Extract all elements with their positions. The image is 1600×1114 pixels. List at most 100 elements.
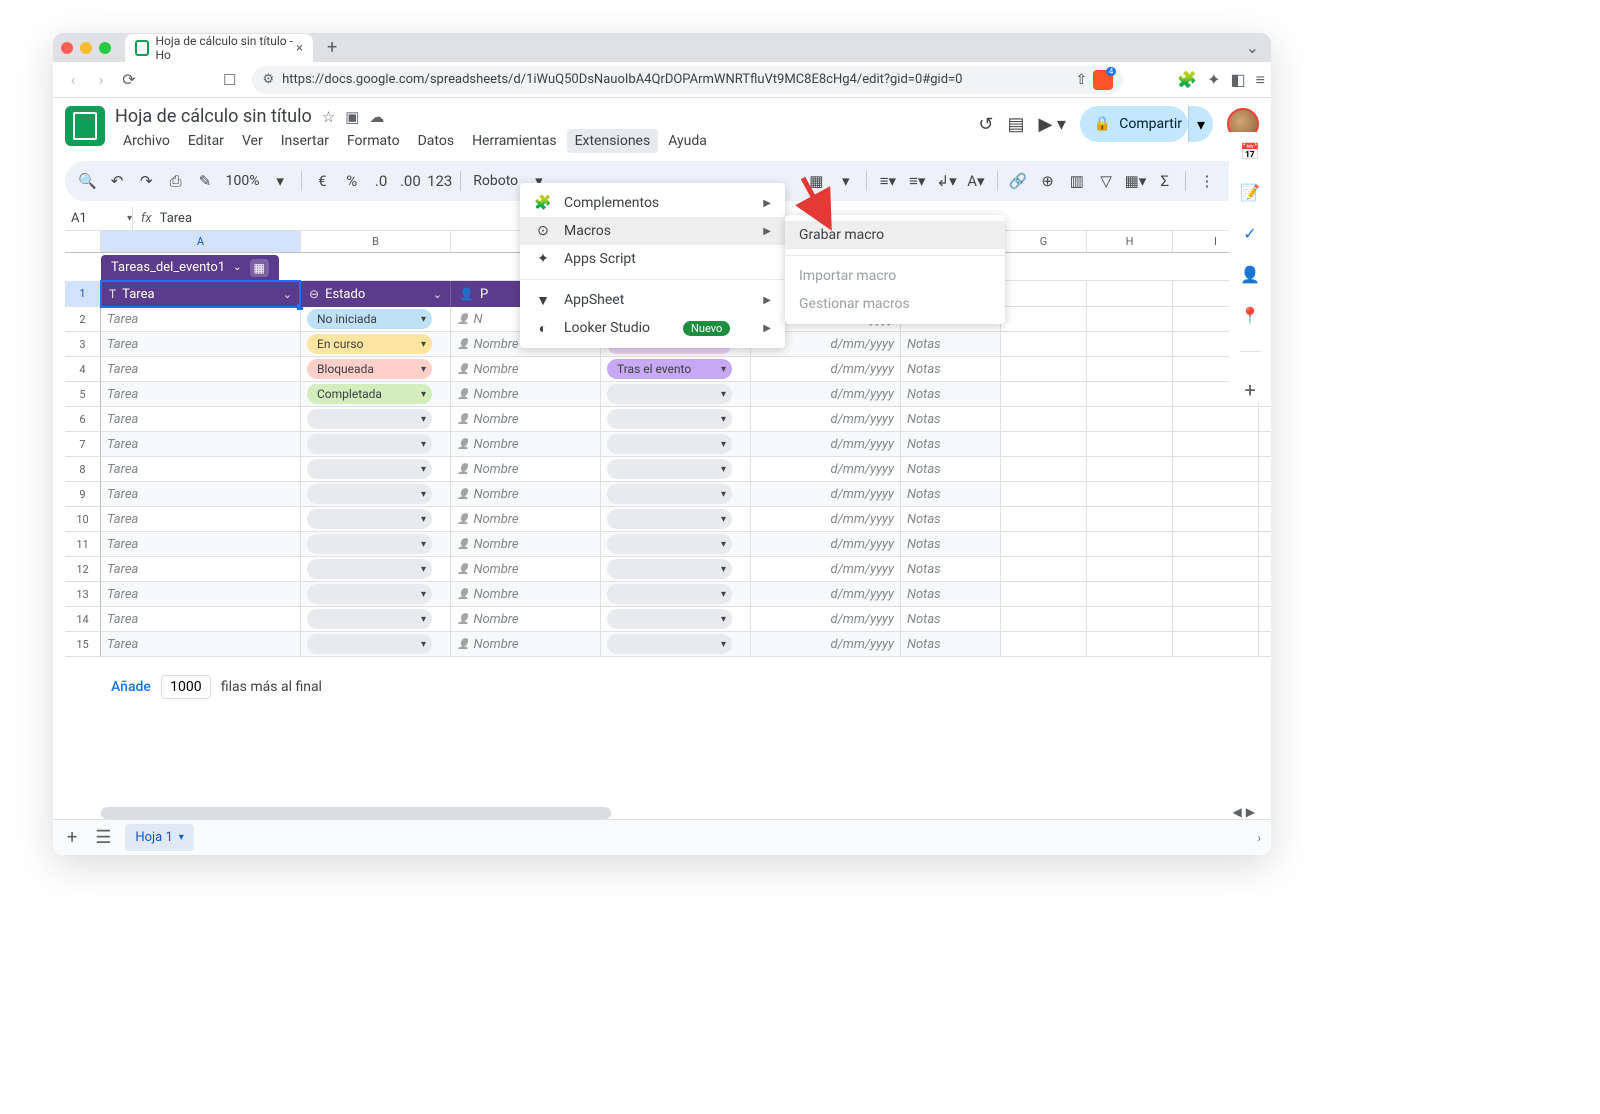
star-icon[interactable]: ☆ bbox=[322, 108, 335, 126]
cell-notas[interactable]: Notas bbox=[901, 532, 1001, 557]
type-pill[interactable] bbox=[607, 409, 732, 429]
cell-fecha[interactable]: d/mm/yyyy bbox=[751, 557, 901, 582]
table-header[interactable]: ⊖Estado⌄ bbox=[301, 281, 451, 307]
menu-archivo[interactable]: Archivo bbox=[115, 129, 178, 153]
cell-estado[interactable] bbox=[301, 482, 451, 507]
sheets-logo-icon[interactable] bbox=[65, 106, 105, 146]
puzzle-icon[interactable]: 🧩 bbox=[1177, 70, 1197, 89]
add-rows-button[interactable]: Añade bbox=[111, 679, 151, 695]
currency-icon[interactable]: € bbox=[310, 169, 335, 193]
cell-tipo[interactable] bbox=[601, 457, 751, 482]
cell-tarea[interactable]: Tarea bbox=[101, 582, 301, 607]
maximize-window-icon[interactable] bbox=[99, 42, 111, 54]
more-formats-icon[interactable]: 123 bbox=[427, 169, 452, 193]
cell-tipo[interactable] bbox=[601, 557, 751, 582]
status-pill[interactable]: En curso bbox=[307, 334, 432, 354]
menu-datos[interactable]: Datos bbox=[410, 129, 462, 153]
cell-estado[interactable] bbox=[301, 632, 451, 657]
submenu-item[interactable]: Grabar macro bbox=[785, 221, 1005, 249]
cell-nombre[interactable]: Nombre bbox=[451, 582, 601, 607]
cell-tipo[interactable] bbox=[601, 382, 751, 407]
type-pill[interactable] bbox=[607, 459, 732, 479]
percent-icon[interactable]: % bbox=[339, 169, 364, 193]
ext-menu-item[interactable]: ⊙Macros▶ bbox=[520, 217, 785, 245]
cell-tarea[interactable]: Tarea bbox=[101, 357, 301, 382]
menu-ayuda[interactable]: Ayuda bbox=[660, 129, 715, 153]
zoom-dropdown-icon[interactable]: ▾ bbox=[268, 169, 293, 193]
person-chip[interactable]: Nombre bbox=[457, 612, 519, 627]
print-icon[interactable]: ⎙ bbox=[163, 169, 188, 193]
person-chip[interactable]: Nombre bbox=[457, 412, 519, 427]
status-pill[interactable]: Bloqueada bbox=[307, 359, 432, 379]
table-view-icon[interactable]: ▦▾ bbox=[1123, 169, 1148, 193]
cell-estado[interactable] bbox=[301, 407, 451, 432]
forward-button[interactable]: › bbox=[87, 66, 115, 94]
extensions-icon[interactable]: ✦ bbox=[1207, 70, 1220, 89]
add-rows-input[interactable] bbox=[161, 675, 211, 699]
cell-tipo[interactable]: Tras el evento bbox=[601, 357, 751, 382]
person-chip[interactable]: Nombre bbox=[457, 562, 519, 577]
cell-notas[interactable]: Notas bbox=[901, 607, 1001, 632]
paint-format-icon[interactable]: ✎ bbox=[192, 169, 217, 193]
chart-icon[interactable]: ▥ bbox=[1064, 169, 1089, 193]
cell-fecha[interactable]: d/mm/yyyy bbox=[751, 382, 901, 407]
person-chip[interactable]: Nombre bbox=[457, 637, 519, 652]
type-pill[interactable] bbox=[607, 509, 732, 529]
cell-notas[interactable]: Notas bbox=[901, 482, 1001, 507]
row-header[interactable]: 4 bbox=[65, 357, 101, 382]
formula-value[interactable]: Tarea bbox=[160, 211, 192, 226]
row-header[interactable]: 1 bbox=[65, 281, 101, 307]
cell-tarea[interactable]: Tarea bbox=[101, 507, 301, 532]
person-chip[interactable]: Nombre bbox=[457, 462, 519, 477]
ext-menu-item[interactable]: ▼AppSheet▶ bbox=[520, 286, 785, 314]
move-icon[interactable]: ▣ bbox=[345, 108, 359, 126]
contacts-icon[interactable]: 👤 bbox=[1240, 265, 1260, 284]
minimize-window-icon[interactable] bbox=[80, 42, 92, 54]
menu-ver[interactable]: Ver bbox=[234, 129, 271, 153]
filter-icon[interactable]: ▽ bbox=[1093, 169, 1118, 193]
cell-notas[interactable]: Notas bbox=[901, 332, 1001, 357]
menu-extensiones[interactable]: Extensiones bbox=[567, 129, 659, 153]
cell-estado[interactable]: No iniciada bbox=[301, 307, 451, 332]
cell-fecha[interactable]: d/mm/yyyy bbox=[751, 582, 901, 607]
cell-estado[interactable] bbox=[301, 432, 451, 457]
zoom-level[interactable]: 100% bbox=[222, 173, 264, 189]
column-header[interactable]: B bbox=[301, 231, 451, 253]
cell-nombre[interactable]: Nombre bbox=[451, 507, 601, 532]
ext-menu-item[interactable]: ✦Apps Script bbox=[520, 245, 785, 273]
cell-fecha[interactable]: d/mm/yyyy bbox=[751, 407, 901, 432]
name-box[interactable]: A1▾ bbox=[65, 207, 133, 230]
status-pill[interactable] bbox=[307, 584, 432, 604]
person-chip[interactable]: Nombre bbox=[457, 537, 519, 552]
cell-fecha[interactable]: d/mm/yyyy bbox=[751, 507, 901, 532]
column-header[interactable] bbox=[65, 231, 101, 253]
cell-tipo[interactable] bbox=[601, 507, 751, 532]
borders-icon[interactable]: ▦ bbox=[804, 169, 829, 193]
calendar-icon[interactable]: 📅 bbox=[1240, 142, 1260, 161]
type-pill[interactable] bbox=[607, 534, 732, 554]
doc-title[interactable]: Hoja de cálculo sin título bbox=[115, 106, 312, 127]
decrease-decimal-icon[interactable]: .0 bbox=[368, 169, 393, 193]
cell-fecha[interactable]: d/mm/yyyy bbox=[751, 457, 901, 482]
row-header[interactable]: 15 bbox=[65, 632, 101, 657]
type-pill[interactable]: Tras el evento bbox=[607, 359, 732, 379]
cell-nombre[interactable]: Nombre bbox=[451, 382, 601, 407]
comments-icon[interactable]: ▤ bbox=[1008, 114, 1025, 135]
status-pill[interactable] bbox=[307, 509, 432, 529]
wrap-icon[interactable]: ↲▾ bbox=[934, 169, 959, 193]
cell-estado[interactable]: En curso bbox=[301, 332, 451, 357]
status-pill[interactable] bbox=[307, 484, 432, 504]
cell-notas[interactable]: Notas bbox=[901, 632, 1001, 657]
bookmark-icon[interactable]: ☐ bbox=[223, 71, 236, 89]
ext-menu-item[interactable]: ◐Looker StudioNuevo▶ bbox=[520, 314, 785, 342]
traffic-lights[interactable] bbox=[61, 42, 111, 54]
status-pill[interactable] bbox=[307, 559, 432, 579]
status-pill[interactable] bbox=[307, 534, 432, 554]
type-pill[interactable] bbox=[607, 609, 732, 629]
shield-icon[interactable] bbox=[1093, 70, 1113, 90]
cell-tipo[interactable] bbox=[601, 607, 751, 632]
cell-tipo[interactable] bbox=[601, 432, 751, 457]
share-dropdown[interactable]: ▾ bbox=[1188, 106, 1213, 142]
row-header[interactable]: 5 bbox=[65, 382, 101, 407]
cloud-icon[interactable]: ☁ bbox=[369, 108, 384, 126]
